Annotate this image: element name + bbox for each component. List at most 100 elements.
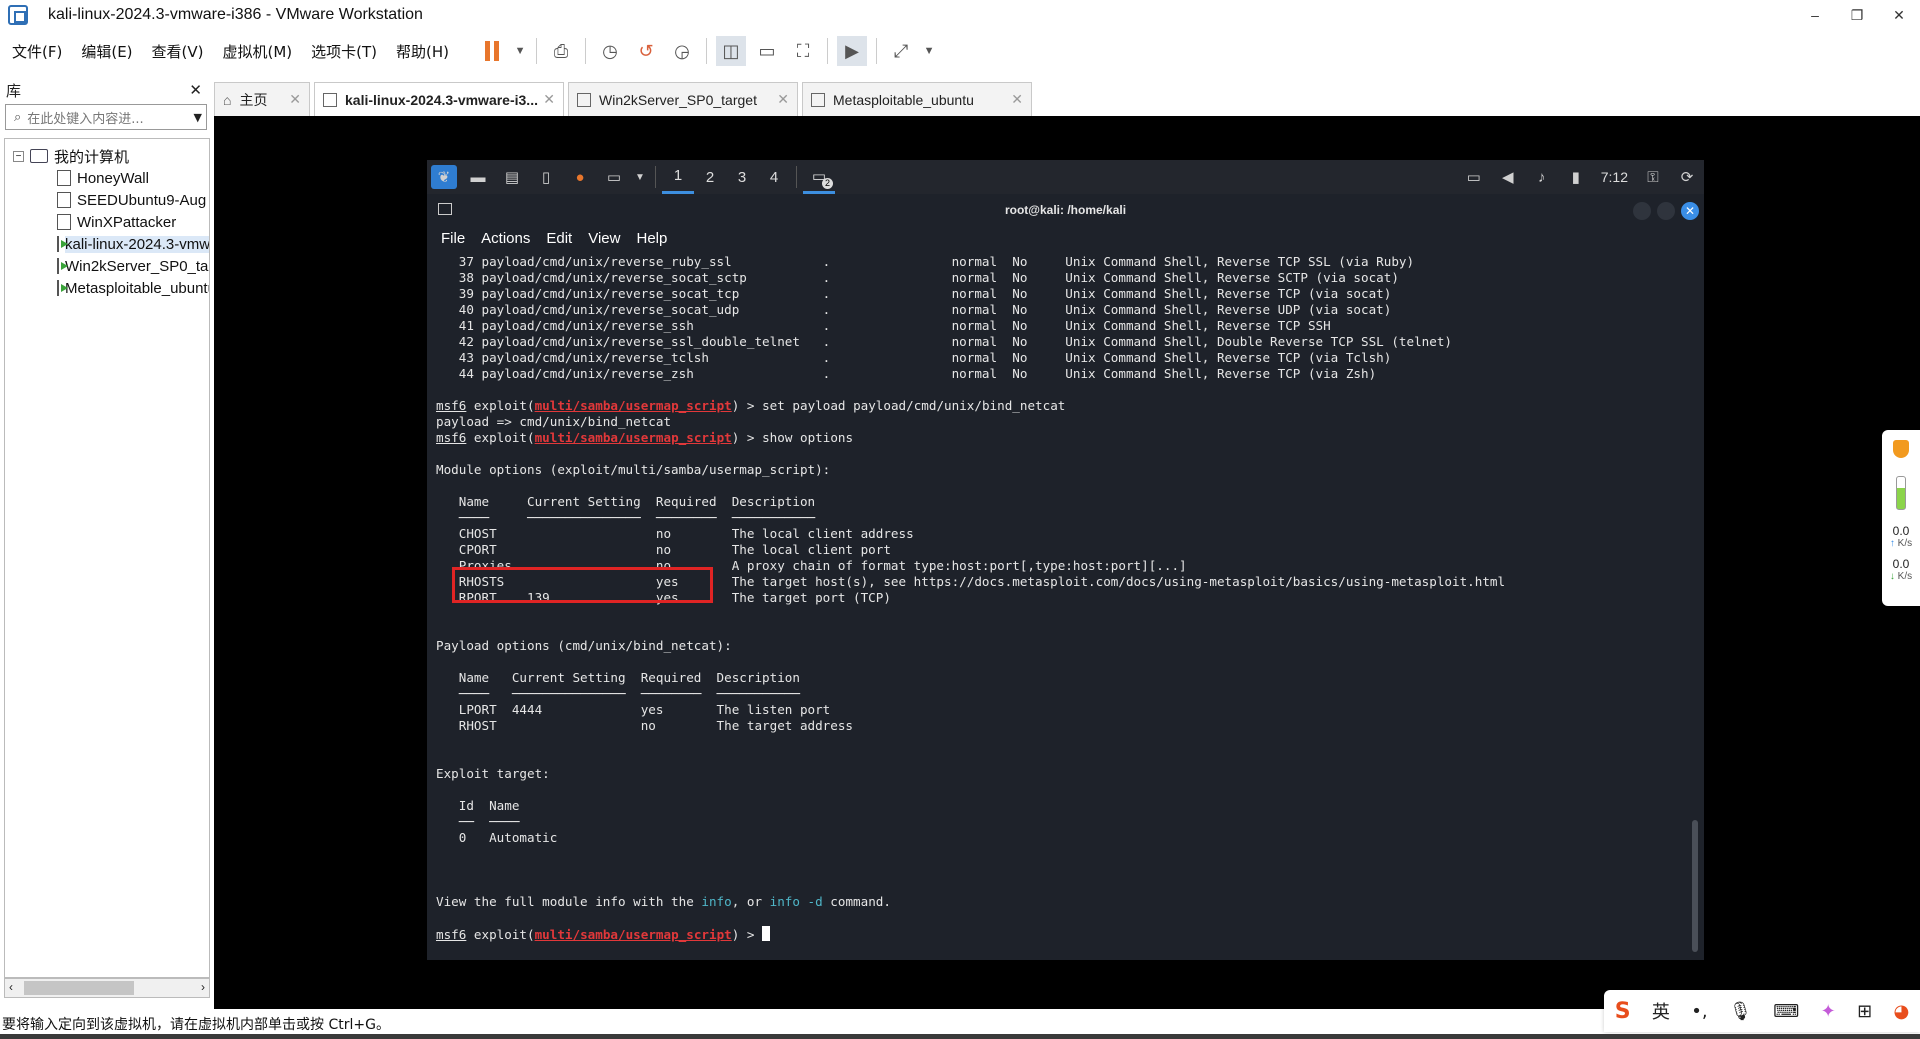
tab-kali[interactable]: kali-linux-2024.3-vmware-i3... ✕: [314, 82, 564, 116]
terminal-title-bar[interactable]: root@kali: /home/kali: [427, 196, 1704, 224]
terminal-menu-edit[interactable]: Edit: [546, 230, 572, 247]
tree-root[interactable]: − 我的计算机: [5, 145, 209, 167]
ime-toolbar[interactable]: S 英 •, 🎙 ⌨ ✦ ⊞ ◕: [1604, 990, 1920, 1032]
firefox-icon[interactable]: ●: [567, 165, 593, 189]
download-speed: 0.0: [1892, 557, 1910, 571]
tree-item-kali[interactable]: kali-linux-2024.3-vmware-i386: [5, 233, 209, 255]
keyboard-icon[interactable]: ⌨: [1773, 1001, 1799, 1022]
minimize-button[interactable]: –: [1794, 0, 1836, 30]
table-rule: ── ────: [436, 814, 1686, 830]
show-desktop-icon[interactable]: ▬: [465, 165, 491, 189]
library-search-input[interactable]: 在此处键入内容进...: [27, 108, 193, 127]
full-screen-icon[interactable]: ⛶: [788, 36, 818, 66]
notification-bell-icon[interactable]: ♪: [1529, 165, 1555, 189]
stretch-icon[interactable]: ⤢: [886, 36, 916, 66]
workspace-2[interactable]: 2: [694, 160, 726, 194]
network-speed-widget[interactable]: 0.0 ↑ K/s 0.0 ↓ K/s: [1882, 430, 1920, 606]
library-close-icon[interactable]: ✕: [189, 81, 202, 99]
battery-icon[interactable]: ▮: [1563, 165, 1589, 189]
scroll-right-icon[interactable]: ›: [201, 980, 205, 994]
taskbar-terminal[interactable]: ▭ 2: [803, 160, 835, 194]
payload-row-text: 43 payload/cmd/unix/reverse_tclsh . norm…: [436, 350, 1392, 365]
terminal-menu-help[interactable]: Help: [636, 230, 667, 247]
payload-option-row: LPORT 4444 yes The listen port: [436, 702, 1686, 718]
sogou-logo-icon[interactable]: S: [1615, 999, 1631, 1024]
skin-icon[interactable]: ✦: [1821, 1001, 1836, 1022]
revert-snapshot-icon[interactable]: ↺: [631, 36, 661, 66]
info-line: View the full module info with the info,…: [436, 894, 1686, 910]
snapshot-icon[interactable]: ◷: [595, 36, 625, 66]
show-library-icon[interactable]: ◫: [716, 36, 747, 66]
toolbox-grid-icon[interactable]: ⊞: [1857, 1001, 1872, 1022]
library-search[interactable]: ⌕ 在此处键入内容进... ▼: [5, 104, 207, 130]
terminal-menu-view[interactable]: View: [588, 230, 620, 247]
tab-metasploitable[interactable]: Metasploitable_ubuntu ✕: [802, 82, 1032, 116]
text-editor-icon[interactable]: ▯: [533, 165, 559, 189]
close-icon[interactable]: ✕: [289, 91, 301, 108]
payload-row: 39 payload/cmd/unix/reverse_socat_tcp . …: [436, 286, 1686, 302]
stretch-dropdown-icon[interactable]: ▼: [922, 36, 936, 66]
terminal-menu-file[interactable]: File: [441, 230, 465, 247]
payload-row-text: 42 payload/cmd/unix/reverse_ssl_double_t…: [436, 334, 1452, 349]
menu-view[interactable]: 查看(V): [140, 41, 211, 62]
tree-item-seedubuntu[interactable]: SEEDUbuntu9-Aug: [5, 189, 209, 211]
pause-dropdown-icon[interactable]: ▼: [513, 36, 527, 66]
close-icon[interactable]: ✕: [777, 91, 789, 108]
mascot-icon[interactable]: ◕: [1894, 1001, 1910, 1022]
display-icon[interactable]: ▭: [1461, 165, 1487, 189]
payload-row-text: 44 payload/cmd/unix/reverse_zsh . normal…: [436, 366, 1377, 381]
tree-item-metasploitable[interactable]: Metasploitable_ubuntu: [5, 277, 209, 299]
terminal-scrollbar[interactable]: [1692, 820, 1698, 952]
payload-option-text: RHOST no The target address: [436, 718, 854, 733]
menu-tabs[interactable]: 选项卡(T): [299, 41, 384, 62]
terminal-cursor: [762, 926, 771, 941]
punctuation-icon[interactable]: •,: [1691, 1001, 1707, 1022]
snapshot-manager-icon[interactable]: ◶: [667, 36, 697, 66]
payload-row: 41 payload/cmd/unix/reverse_ssh . normal…: [436, 318, 1686, 334]
ime-language-toggle[interactable]: 英: [1652, 998, 1670, 1024]
close-icon[interactable]: ✕: [543, 91, 555, 108]
tree-item-win2kserver[interactable]: Win2kServer_SP0_target: [5, 255, 209, 277]
terminal-menu-actions[interactable]: Actions: [481, 230, 530, 247]
close-button[interactable]: ✕: [1878, 0, 1920, 30]
workspace-1[interactable]: 1: [662, 160, 694, 194]
info-d-command: info -d: [769, 894, 823, 909]
send-ctrl-alt-del-icon[interactable]: ⎙: [546, 36, 576, 66]
microphone-icon[interactable]: 🎙: [1729, 1001, 1752, 1022]
exploit-target-header: Exploit target:: [436, 766, 550, 781]
restore-button[interactable]: ❐: [1836, 0, 1878, 30]
kali-menu-icon[interactable]: ❦: [431, 165, 457, 189]
file-manager-icon[interactable]: ▤: [499, 165, 525, 189]
scroll-left-icon[interactable]: ‹: [9, 980, 13, 994]
pause-button[interactable]: [477, 36, 507, 66]
clock[interactable]: 7:12: [1601, 169, 1628, 185]
library-scroll-thumb[interactable]: [24, 981, 134, 995]
thumbnail-bar-icon[interactable]: ▭: [752, 36, 782, 66]
minimize-window-button[interactable]: [1633, 202, 1651, 220]
volume-icon[interactable]: ◀: [1495, 165, 1521, 189]
menu-edit[interactable]: 编辑(E): [69, 41, 139, 62]
lock-icon[interactable]: ⚿: [1640, 165, 1666, 189]
menu-file[interactable]: 文件(F): [0, 41, 69, 62]
terminal-dropdown-icon[interactable]: ▼: [635, 165, 645, 189]
workspace-4[interactable]: 4: [758, 160, 790, 194]
collapse-icon[interactable]: −: [13, 150, 24, 162]
tree-item-winxpattacker[interactable]: WinXPattacker: [5, 211, 209, 233]
tab-win2kserver[interactable]: Win2kServer_SP0_target ✕: [568, 82, 798, 116]
vm-running-icon: [57, 258, 68, 274]
console-view-icon[interactable]: ▶: [837, 36, 868, 66]
menu-vm[interactable]: 虚拟机(M): [211, 41, 300, 62]
search-dropdown-icon[interactable]: ▼: [194, 111, 202, 124]
logout-icon[interactable]: ⟳: [1674, 165, 1700, 189]
maximize-window-button[interactable]: [1657, 202, 1675, 220]
tree-item-honeywall[interactable]: HoneyWall: [5, 167, 209, 189]
table-rule: ──── ─────────────── ──────── ──────────…: [436, 686, 1686, 702]
menu-help[interactable]: 帮助(H): [384, 41, 456, 62]
close-window-button[interactable]: ✕: [1681, 202, 1699, 220]
close-icon[interactable]: ✕: [1011, 91, 1023, 108]
workspace-3[interactable]: 3: [726, 160, 758, 194]
tab-home[interactable]: ⌂ 主页 ✕: [214, 82, 310, 116]
terminal-launcher-icon[interactable]: ▭: [601, 165, 627, 189]
